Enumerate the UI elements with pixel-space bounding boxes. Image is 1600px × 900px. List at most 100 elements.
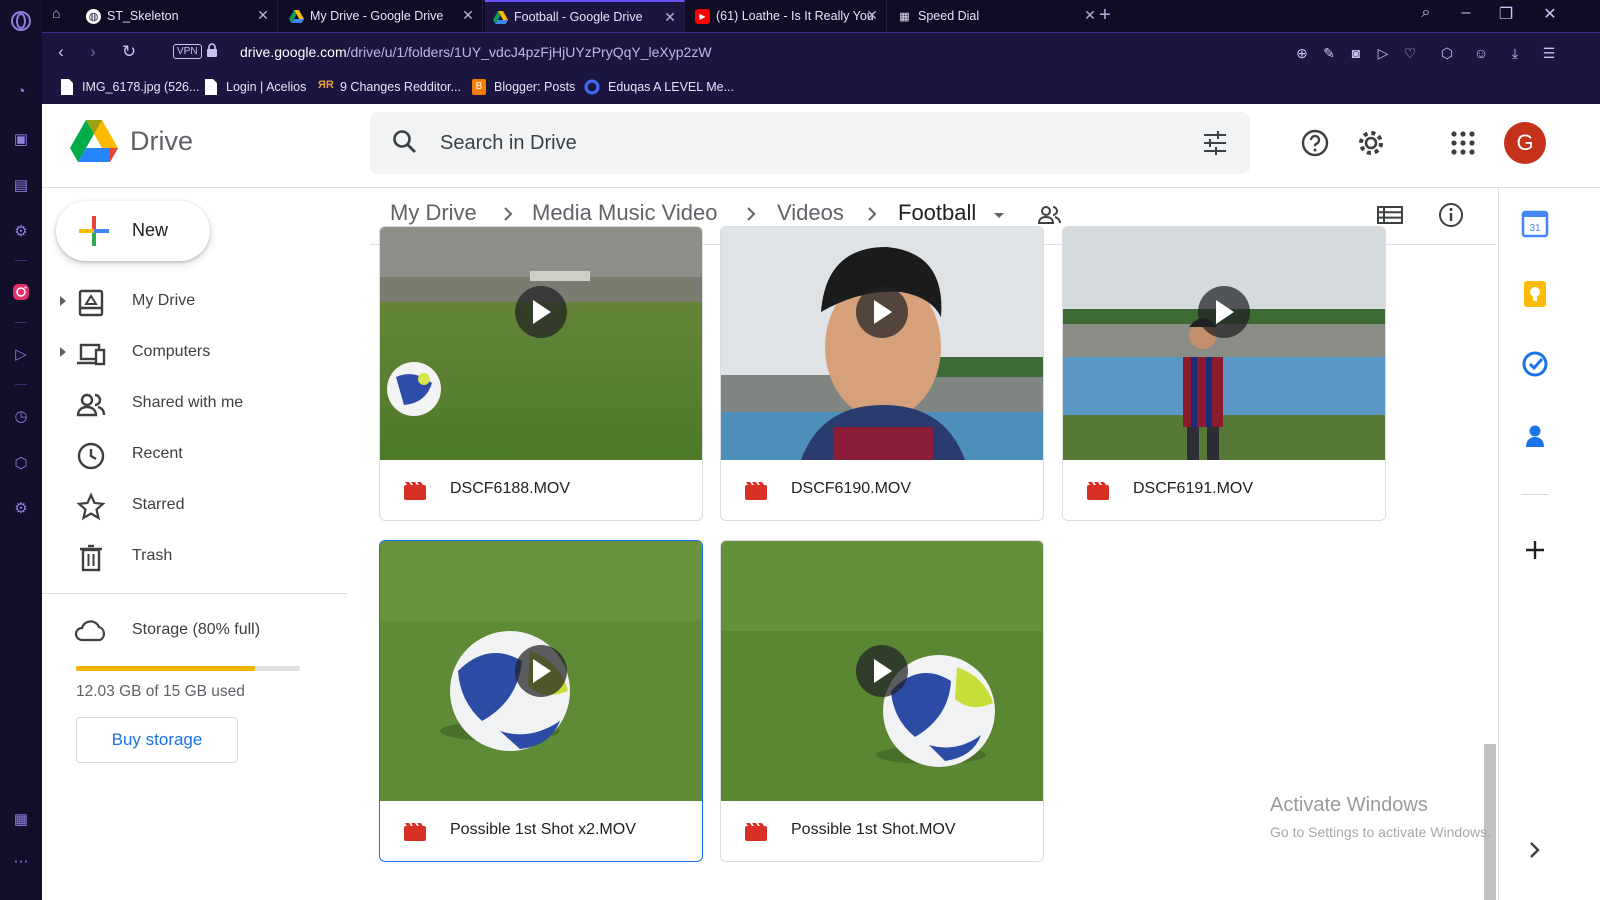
play-icon[interactable] — [1198, 286, 1250, 338]
easy-setup-icon[interactable]: ☰ — [1539, 43, 1559, 63]
tab-my-drive[interactable]: My Drive - Google Drive ✕ — [281, 0, 483, 32]
calendar-icon[interactable]: 31 — [1521, 210, 1549, 238]
file-card[interactable]: DSCF6191.MOV — [1062, 226, 1386, 521]
bookmark-item[interactable]: Eduqas A LEVEL Me... — [584, 79, 734, 95]
lock-icon[interactable] — [206, 43, 218, 59]
buy-storage-button[interactable]: Buy storage — [76, 717, 238, 763]
close-icon[interactable]: ✕ — [255, 7, 271, 23]
opera-logo-icon[interactable] — [10, 10, 32, 32]
scrollbar[interactable] — [1484, 744, 1496, 900]
back-icon[interactable]: ‹ — [50, 41, 72, 63]
apps-icon[interactable] — [1448, 128, 1478, 158]
speedometer-icon[interactable]: ◔ — [10, 80, 32, 102]
briefcase-icon[interactable]: ▣ — [10, 128, 32, 150]
edit-icon[interactable]: ✎ — [1319, 43, 1339, 63]
video-thumbnail[interactable] — [1063, 227, 1385, 460]
extensions-icon[interactable]: ⚙ — [10, 220, 32, 242]
chevron-right-icon[interactable] — [1521, 836, 1549, 864]
url-field[interactable]: drive.google.com/drive/u/1/folders/1UY_v… — [240, 44, 712, 60]
settings-icon[interactable] — [1356, 128, 1386, 158]
history-icon[interactable]: ◷ — [10, 405, 32, 427]
info-icon[interactable] — [1437, 202, 1465, 228]
nav-recent[interactable]: Recent — [42, 432, 342, 478]
new-tab-icon[interactable]: + — [1095, 4, 1115, 28]
file-card[interactable]: Possible 1st Shot x2.MOV — [379, 540, 703, 862]
close-window-icon[interactable]: ✕ — [1538, 4, 1562, 26]
close-icon[interactable]: ✕ — [864, 7, 880, 23]
video-thumbnail[interactable] — [721, 227, 1043, 460]
forward-icon[interactable]: › — [82, 41, 104, 63]
breadcrumb-videos[interactable]: Videos — [777, 200, 844, 226]
avatar[interactable]: G — [1504, 122, 1546, 164]
settings-icon[interactable]: ⚙ — [10, 497, 32, 519]
play-icon[interactable] — [856, 645, 908, 697]
camera-icon[interactable]: ◙ — [1346, 43, 1366, 63]
twitch-icon[interactable]: ▤ — [10, 174, 32, 196]
download-icon[interactable]: ⤓ — [1505, 43, 1525, 63]
add-addon-icon[interactable] — [1521, 536, 1549, 564]
minimize-icon[interactable]: – — [1454, 4, 1478, 26]
tab-speed-dial[interactable]: ▦ Speed Dial ✕ — [889, 0, 1094, 32]
restore-icon[interactable]: ❐ — [1494, 4, 1518, 26]
clock-icon — [77, 442, 105, 470]
close-icon[interactable]: ✕ — [1082, 7, 1094, 23]
breadcrumb-football[interactable]: Football — [898, 200, 976, 226]
nav-trash[interactable]: Trash — [42, 534, 342, 580]
search-options-icon[interactable] — [1202, 130, 1228, 156]
tab-st-skeleton[interactable]: ◍ ST_Skeleton ✕ — [78, 0, 278, 32]
close-icon[interactable]: ✕ — [460, 7, 476, 23]
gallery-icon[interactable]: ▦ — [10, 808, 32, 830]
search-tabs-icon[interactable]: ⌕ — [1414, 4, 1438, 26]
drive-logo-icon[interactable] — [70, 120, 118, 164]
tasks-icon[interactable] — [1521, 350, 1549, 378]
drive-title[interactable]: Drive — [130, 126, 193, 157]
more-icon[interactable]: ⋯ — [10, 850, 32, 872]
file-card[interactable]: Possible 1st Shot.MOV — [720, 540, 1044, 862]
search-input[interactable] — [440, 126, 1140, 160]
vpn-badge[interactable]: VPN — [173, 44, 202, 59]
new-button[interactable]: New — [56, 201, 210, 261]
tab-youtube[interactable]: ▶ (61) Loathe - Is It Really You ✕ — [687, 0, 887, 32]
caret-right-icon[interactable] — [58, 346, 68, 358]
bookmark-item[interactable]: Login | Acelios — [204, 79, 306, 95]
search-icon[interactable] — [392, 129, 418, 155]
heart-icon[interactable]: ♡ — [1400, 43, 1420, 63]
file-card[interactable]: DSCF6188.MOV — [379, 226, 703, 521]
bookmark-item[interactable]: IMG_6178.jpg (526... — [60, 79, 199, 95]
cube-icon[interactable]: ⬡ — [10, 452, 32, 474]
cloud-icon[interactable] — [74, 618, 108, 644]
shared-folder-icon[interactable] — [1036, 202, 1064, 228]
bookmark-item[interactable]: B Blogger: Posts — [472, 79, 575, 95]
cube-icon[interactable]: ⬡ — [1437, 43, 1457, 63]
instagram-icon[interactable] — [10, 281, 32, 303]
keep-icon[interactable] — [1521, 280, 1549, 308]
file-card[interactable]: DSCF6190.MOV — [720, 226, 1044, 521]
file-card-footer: DSCF6191.MOV — [1063, 460, 1385, 520]
play-icon[interactable] — [856, 286, 908, 338]
reload-icon[interactable]: ↻ — [118, 41, 140, 63]
nav-computers[interactable]: Computers — [42, 330, 342, 376]
zoom-icon[interactable]: ⊕ — [1292, 43, 1312, 63]
caret-right-icon[interactable] — [58, 295, 68, 307]
close-icon[interactable]: ✕ — [662, 9, 678, 25]
breadcrumb-media-music-video[interactable]: Media Music Video — [532, 200, 717, 226]
video-thumbnail[interactable] — [380, 227, 702, 460]
play-icon[interactable] — [515, 286, 567, 338]
list-view-icon[interactable] — [1376, 202, 1404, 228]
help-icon[interactable] — [1300, 128, 1330, 158]
play-icon[interactable] — [515, 645, 567, 697]
tab-football[interactable]: Football - Google Drive ✕ — [485, 0, 685, 32]
send-icon[interactable]: ▷ — [1373, 43, 1393, 63]
tab-bar: ⌂ ◍ ST_Skeleton ✕ My Drive - Google Driv… — [42, 0, 1600, 32]
storage-label[interactable]: Storage (80% full) — [132, 621, 260, 639]
chevron-down-icon[interactable] — [993, 208, 1005, 224]
account-icon[interactable]: ☺ — [1471, 43, 1491, 63]
breadcrumb-my-drive[interactable]: My Drive — [390, 200, 477, 226]
contacts-icon[interactable] — [1521, 422, 1549, 450]
bookmark-item[interactable]: ЯR 9 Changes Redditor... — [318, 79, 461, 95]
workspaces-icon[interactable]: ⌂ — [52, 5, 60, 21]
player-icon[interactable]: ▷ — [10, 343, 32, 365]
nav-my-drive[interactable]: My Drive — [42, 279, 342, 325]
nav-shared-with-me[interactable]: Shared with me — [42, 381, 342, 427]
nav-starred[interactable]: Starred — [42, 483, 342, 529]
